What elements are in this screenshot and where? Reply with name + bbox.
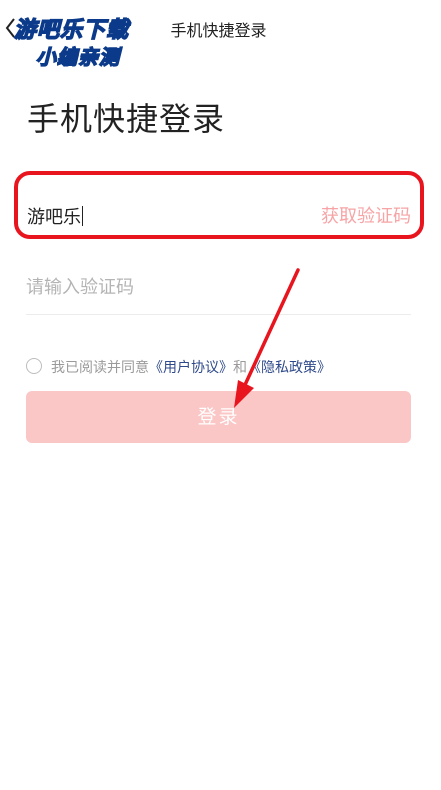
agreement-checkbox[interactable] bbox=[26, 358, 42, 374]
page-title: 手机快捷登录 bbox=[27, 100, 226, 138]
annotation-highlight-box bbox=[14, 171, 424, 239]
watermark-line-2: 小编亲测 bbox=[35, 44, 120, 69]
agreement-prefix: 我已阅读并同意 bbox=[51, 360, 149, 376]
agreement-and: 和 bbox=[233, 360, 247, 376]
nav-title: 手机快捷登录 bbox=[170, 21, 267, 40]
watermark-logo: 游吧乐下载 小编亲测 bbox=[10, 8, 162, 69]
user-agreement-link[interactable]: 《用户协议》 bbox=[149, 360, 233, 376]
agreement-row: 我已阅读并同意《用户协议》和《隐私政策》 bbox=[26, 356, 426, 378]
agreement-text: 我已阅读并同意《用户协议》和《隐私政策》 bbox=[51, 357, 331, 377]
privacy-policy-link[interactable]: 《隐私政策》 bbox=[247, 360, 331, 376]
code-field[interactable] bbox=[26, 262, 411, 315]
verification-code-input[interactable] bbox=[26, 272, 411, 302]
watermark-line-1: 游吧乐下载 bbox=[13, 17, 130, 43]
login-button[interactable]: 登录 bbox=[26, 391, 411, 443]
